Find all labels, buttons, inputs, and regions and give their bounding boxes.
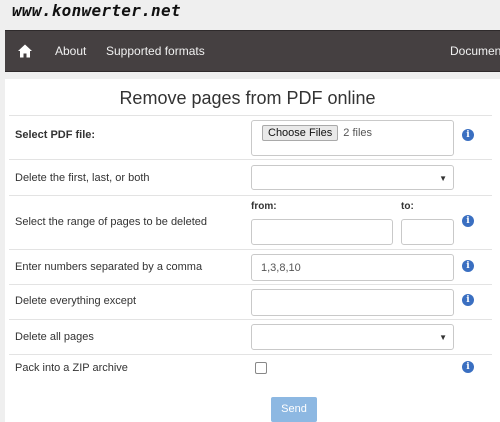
zip-label: Pack into a ZIP archive	[15, 362, 128, 374]
chevron-down-icon: ▼	[439, 174, 447, 183]
page-title: Remove pages from PDF online	[119, 88, 376, 108]
send-button[interactable]: Send	[271, 397, 317, 422]
numbers-label: Enter numbers separated by a comma	[15, 261, 203, 273]
divider	[9, 319, 492, 320]
divider	[9, 115, 492, 116]
except-label: Delete everything except	[15, 295, 137, 307]
nav-supported-formats[interactable]: Supported formats	[106, 44, 205, 58]
navbar: About Supported formats Document	[5, 30, 500, 72]
info-icon[interactable]: i	[462, 294, 474, 306]
range-label: Select the range of pages to be deleted	[15, 216, 208, 228]
range-to-input[interactable]	[401, 219, 454, 245]
divider	[9, 195, 492, 196]
delete-first-last-select[interactable]: ▼	[251, 165, 454, 190]
delete-first-last-label: Delete the first, last, or both	[15, 172, 150, 184]
chevron-down-icon: ▼	[439, 333, 447, 342]
from-label: from:	[251, 201, 277, 212]
except-input[interactable]	[251, 289, 454, 316]
divider	[9, 354, 492, 355]
file-status: 2 files	[343, 127, 373, 139]
info-icon[interactable]: i	[462, 215, 474, 227]
select-file-label: Select PDF file:	[15, 129, 96, 141]
range-from-input[interactable]	[251, 219, 393, 245]
choose-files-button[interactable]: Choose Files	[262, 125, 339, 141]
main-panel: Remove pages from PDF online Select PDF …	[5, 79, 500, 422]
file-input[interactable]: Choose Files 2 files	[251, 120, 454, 156]
delete-all-select[interactable]: ▼	[251, 324, 454, 350]
info-icon[interactable]: i	[462, 129, 474, 141]
to-label: to:	[401, 201, 414, 212]
divider	[9, 249, 492, 250]
divider	[9, 284, 492, 285]
info-icon[interactable]: i	[462, 260, 474, 272]
site-logo[interactable]: www.konwerter.net	[12, 1, 181, 20]
delete-all-label: Delete all pages	[15, 331, 94, 343]
numbers-input[interactable]: 1,3,8,10	[251, 254, 454, 281]
numbers-value: 1,3,8,10	[261, 262, 301, 274]
nav-about[interactable]: About	[55, 44, 86, 58]
zip-checkbox[interactable]	[255, 362, 267, 374]
home-icon[interactable]	[17, 43, 33, 59]
info-icon[interactable]: i	[462, 361, 474, 373]
divider	[9, 159, 492, 160]
nav-document[interactable]: Document	[450, 44, 500, 58]
